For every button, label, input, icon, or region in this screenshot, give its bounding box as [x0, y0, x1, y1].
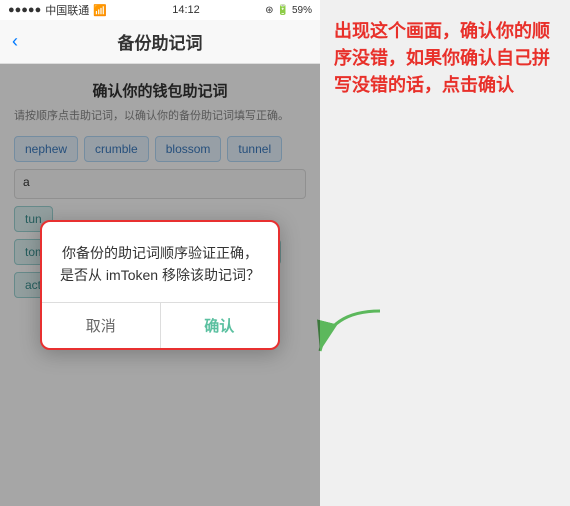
battery-icon: 🔋 — [277, 5, 289, 16]
bluetooth-icon: ⊛ — [265, 5, 273, 16]
dialog-cancel-button[interactable]: 取消 — [42, 303, 161, 348]
nav-bar: ‹ 备份助记词 — [0, 20, 320, 64]
annotation-text: 出现这个画面，确认你的顺序没错，如果你确认自己拼写没错的话，点击确认 — [334, 18, 556, 99]
signal-dots: ●●●●● — [8, 4, 41, 16]
dialog-buttons: 取消 确认 — [42, 302, 278, 348]
annotation-panel: 出现这个画面，确认你的顺序没错，如果你确认自己拼写没错的话，点击确认 — [320, 0, 570, 506]
phone-frame: ●●●●● 中国联通 📶 14:12 ⊛ 🔋 59% ‹ 备份助记词 确认你的钱… — [0, 0, 320, 506]
arrow-container — [310, 301, 390, 366]
nav-title: 备份助记词 — [118, 29, 203, 54]
time: 14:12 — [172, 4, 200, 16]
wifi-icon: 📶 — [93, 4, 107, 17]
back-button[interactable]: ‹ — [12, 31, 18, 52]
carrier: 中国联通 — [45, 2, 89, 18]
status-left: ●●●●● 中国联通 📶 — [8, 2, 107, 18]
battery-percent: 59% — [292, 5, 312, 16]
arrow-icon — [310, 301, 390, 361]
content-area: 确认你的钱包助记词 请按顺序点击助记词，以确认你的备份助记词填写正确。 neph… — [0, 64, 320, 506]
dialog-overlay: 你备份的助记词顺序验证正确，是否从 imToken 移除该助记词？ 取消 确认 — [0, 64, 320, 506]
dialog-ok-button[interactable]: 确认 — [161, 303, 279, 348]
dialog-text: 你备份的助记词顺序验证正确，是否从 imToken 移除该助记词？ — [58, 242, 262, 287]
status-bar: ●●●●● 中国联通 📶 14:12 ⊛ 🔋 59% — [0, 0, 320, 20]
status-right: ⊛ 🔋 59% — [265, 5, 312, 16]
dialog-box: 你备份的助记词顺序验证正确，是否从 imToken 移除该助记词？ 取消 确认 — [40, 220, 280, 351]
